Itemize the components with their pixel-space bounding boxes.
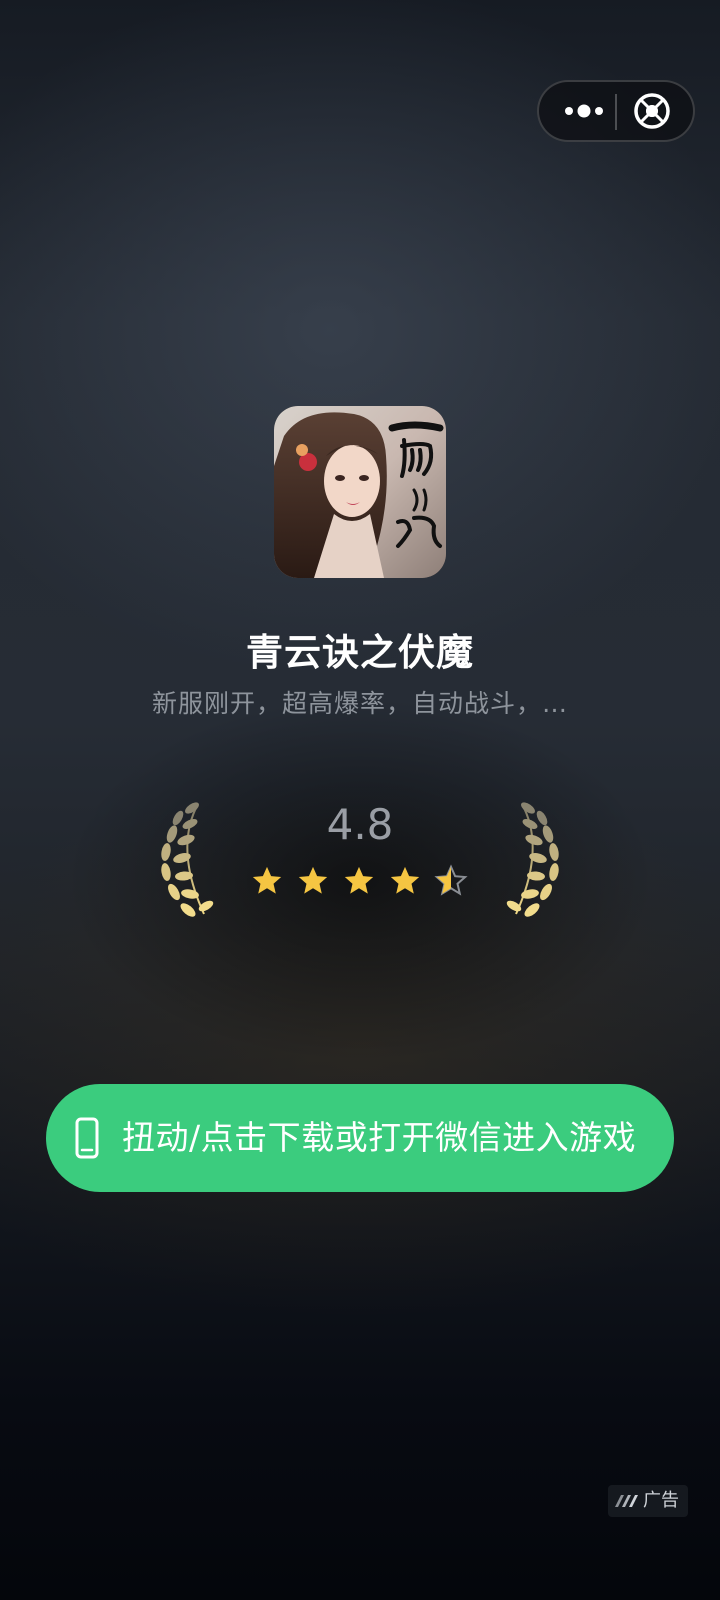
download-open-game-button[interactable]: 扭动/点击下载或打开微信进入游戏 — [46, 1084, 674, 1192]
star-rating — [250, 864, 470, 900]
close-circle-icon — [634, 93, 670, 129]
phone-icon — [72, 1116, 102, 1160]
star-full-icon — [296, 864, 330, 898]
star-full-icon — [342, 864, 376, 898]
ad-logo-icon — [614, 1494, 640, 1508]
star-half-icon — [434, 864, 468, 898]
more-dots-icon — [565, 104, 603, 118]
rating-score: 4.8 — [326, 800, 394, 849]
star-full-icon — [250, 864, 284, 898]
star-full-icon — [388, 864, 422, 898]
ad-badge[interactable]: 广告 — [608, 1485, 688, 1517]
laurel-right-icon — [500, 798, 570, 920]
capsule-menu — [537, 80, 695, 142]
cta-label: 扭动/点击下载或打开微信进入游戏 — [122, 1118, 637, 1157]
capsule-divider — [615, 94, 617, 130]
close-button[interactable] — [631, 90, 673, 132]
more-button[interactable] — [557, 82, 611, 140]
game-app-icon — [274, 406, 446, 578]
app-title: 青云诀之伏魔 — [246, 631, 474, 674]
ad-label: 广告 — [643, 1490, 679, 1511]
app-description: 新服刚开，超高爆率，自动战斗，… — [151, 689, 568, 718]
